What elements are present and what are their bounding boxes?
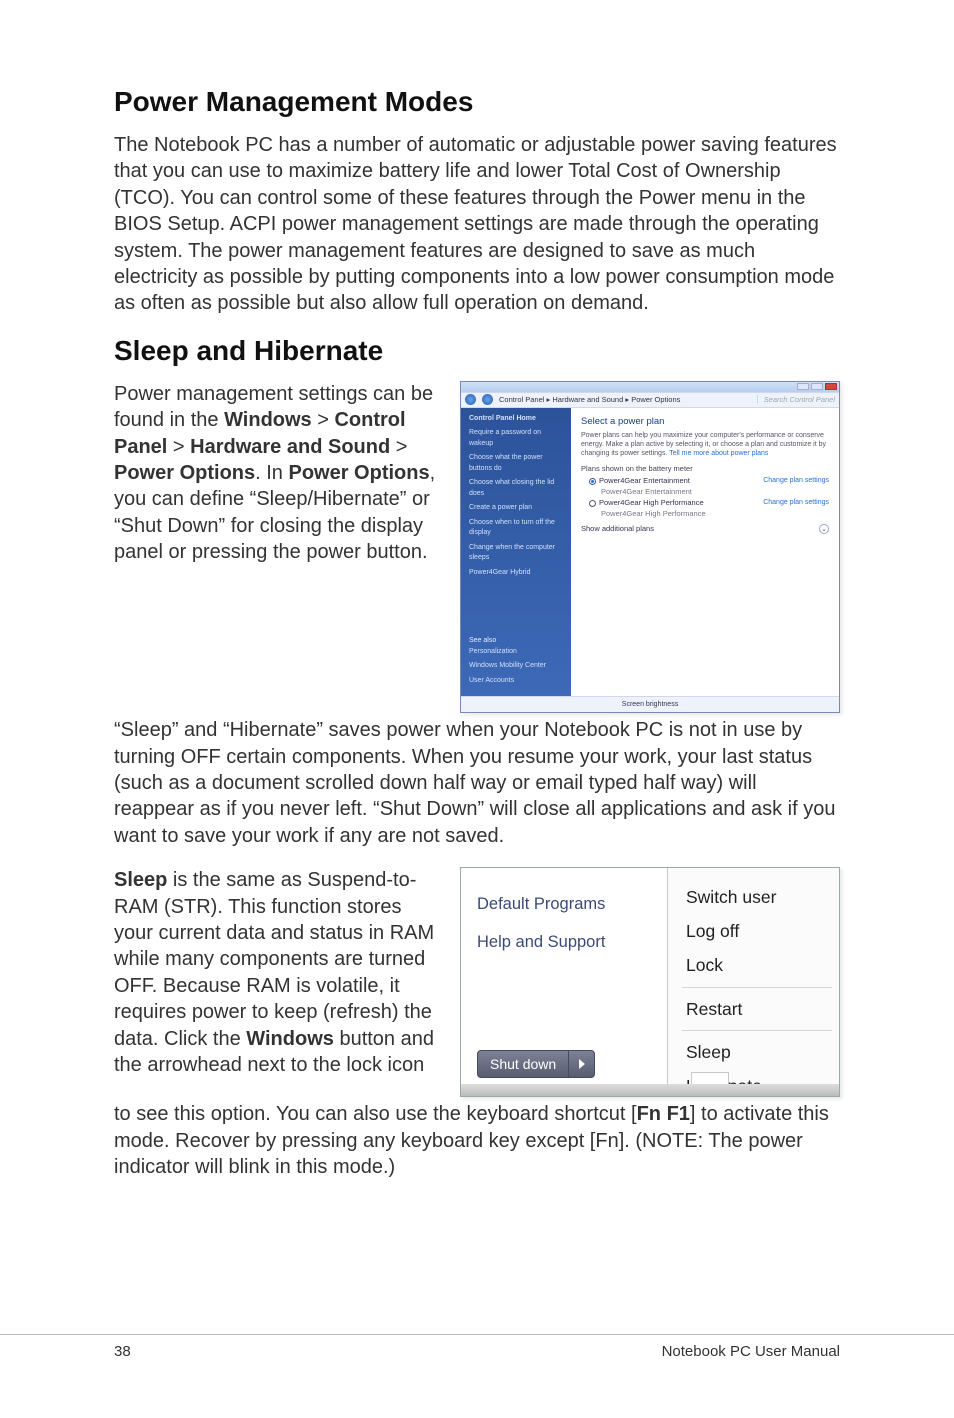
triangle-right-icon — [579, 1059, 585, 1069]
radio-icon[interactable] — [589, 478, 596, 485]
sidebar-link[interactable]: Create a power plan — [469, 503, 563, 514]
address-bar: Control Panel ▸ Hardware and Sound ▸ Pow… — [461, 392, 839, 408]
txt: . In — [255, 462, 288, 484]
meter-label: Plans shown on the battery meter — [581, 464, 829, 473]
sidebar-link[interactable]: Choose what closing the lid does — [469, 478, 563, 499]
txt: > — [390, 436, 407, 458]
see-also-link[interactable]: Windows Mobility Center — [469, 661, 563, 672]
para-sleep-explain: Sleep is the same as Suspend-to-RAM (STR… — [114, 867, 442, 1078]
plan-subtitle: Power4Gear High Performance — [601, 509, 829, 518]
menu-restart[interactable]: Restart — [686, 992, 839, 1026]
breadcrumb[interactable]: Control Panel ▸ Hardware and Sound ▸ Pow… — [499, 395, 680, 404]
window-titlebar — [461, 382, 839, 392]
back-button[interactable] — [465, 394, 476, 405]
screenshot-control-panel: Control Panel ▸ Hardware and Sound ▸ Pow… — [460, 381, 840, 714]
start-menu-item[interactable]: Default Programs — [477, 886, 667, 924]
bold-hardware-sound: Hardware and Sound — [190, 436, 390, 458]
taskbar — [461, 1084, 839, 1096]
plan-name: Power4Gear High Performance — [599, 498, 704, 507]
close-button[interactable] — [825, 383, 837, 390]
cp-main: Select a power plan Power plans can help… — [571, 408, 839, 697]
menu-lock[interactable]: Lock — [686, 948, 839, 982]
para-shortcut: to see this option. You can also use the… — [114, 1101, 840, 1180]
plan-name: Power4Gear Entertainment — [599, 476, 690, 485]
heading-sleep-hibernate: Sleep and Hibernate — [114, 335, 840, 367]
txt: is the same as Suspend-to-RAM (STR). Thi… — [114, 869, 434, 1049]
para-sleep-hibernate-explain: “Sleep” and “Hibernate” saves power when… — [114, 717, 840, 849]
menu-separator — [682, 987, 832, 988]
see-also-link[interactable]: User Accounts — [469, 676, 563, 687]
bold-windows-2: Windows — [246, 1028, 334, 1050]
sidebar-link[interactable]: Change when the computer sleeps — [469, 543, 563, 564]
bold-sleep: Sleep — [114, 869, 167, 891]
para-intro: The Notebook PC has a number of automati… — [114, 132, 840, 317]
brightness-status: Screen brightness — [461, 696, 839, 712]
bold-windows: Windows — [224, 409, 312, 431]
change-plan-link[interactable]: Change plan settings — [763, 477, 829, 484]
power-plan-option[interactable]: Power4Gear Entertainment Change plan set… — [589, 476, 829, 485]
manual-title: Notebook PC User Manual — [662, 1343, 840, 1360]
bold-power-options: Power Options — [114, 462, 255, 484]
bold-fn-f1: Fn F1 — [637, 1103, 690, 1125]
menu-log-off[interactable]: Log off — [686, 914, 839, 948]
maximize-button[interactable] — [811, 383, 823, 390]
menu-sleep[interactable]: Sleep — [686, 1035, 839, 1069]
start-menu-left: Default Programs Help and Support Shut d… — [461, 868, 667, 1096]
show-additional-plans[interactable]: Show additional plans ⌄ — [581, 524, 829, 533]
menu-switch-user[interactable]: Switch user — [686, 880, 839, 914]
txt: > — [167, 436, 190, 458]
shutdown-arrow[interactable] — [568, 1051, 594, 1077]
minimize-button[interactable] — [797, 383, 809, 390]
sidebar-home[interactable]: Control Panel Home — [469, 414, 563, 425]
heading-power-mgmt: Power Management Modes — [114, 86, 840, 118]
shutdown-menu: Switch user Log off Lock Restart Sleep H… — [667, 868, 839, 1096]
shutdown-label: Shut down — [478, 1056, 568, 1072]
shutdown-button[interactable]: Shut down — [477, 1050, 595, 1078]
radio-icon[interactable] — [589, 500, 596, 507]
see-also-label: See also — [469, 636, 563, 647]
search-input[interactable]: Search Control Panel — [757, 395, 835, 404]
sidebar-link[interactable]: Choose when to turn off the display — [469, 518, 563, 539]
power-plan-title: Select a power plan — [581, 416, 829, 427]
start-menu-item[interactable]: Help and Support — [477, 924, 667, 962]
power-plan-option[interactable]: Power4Gear High Performance Change plan … — [589, 498, 829, 507]
sidebar-link[interactable]: Choose what the power buttons do — [469, 453, 563, 474]
page-number: 38 — [114, 1343, 131, 1360]
screenshot-start-menu: Default Programs Help and Support Shut d… — [460, 867, 840, 1097]
bold-power-options-2: Power Options — [288, 462, 429, 484]
power-plan-desc: Power plans can help you maximize your c… — [581, 431, 829, 458]
page-footer: 38 Notebook PC User Manual — [0, 1334, 954, 1360]
change-plan-link[interactable]: Change plan settings — [763, 499, 829, 506]
sidebar-link[interactable]: Power4Gear Hybrid — [469, 568, 563, 579]
menu-separator — [682, 1030, 832, 1031]
forward-button[interactable] — [482, 394, 493, 405]
tell-me-more-link[interactable]: Tell me more about power plans — [669, 450, 768, 457]
txt: to see this option. You can also use the… — [114, 1103, 637, 1125]
see-also-link[interactable]: Personalization — [469, 647, 563, 658]
plan-subtitle: Power4Gear Entertainment — [601, 487, 829, 496]
chevron-down-icon[interactable]: ⌄ — [819, 524, 829, 534]
cp-sidebar: Control Panel Home Require a password on… — [461, 408, 571, 697]
txt: > — [312, 409, 335, 431]
sidebar-link[interactable]: Require a password on wakeup — [469, 428, 563, 449]
para-settings-path: Power management settings can be found i… — [114, 381, 442, 566]
